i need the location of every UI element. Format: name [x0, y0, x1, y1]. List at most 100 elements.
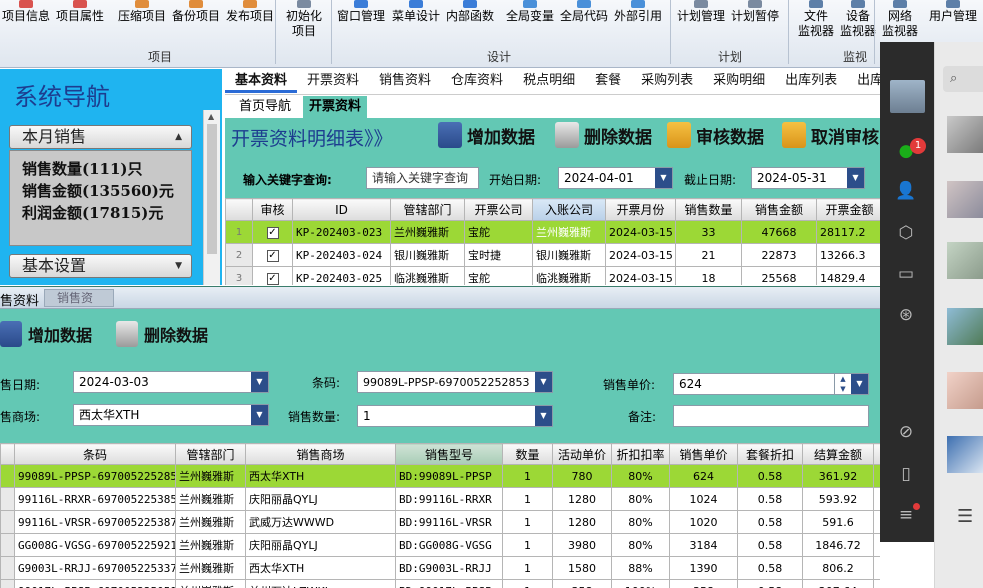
tab-9[interactable]: 出库明细	[847, 69, 882, 93]
column-header[interactable]	[0, 443, 15, 465]
table-cell[interactable]: 25568	[741, 266, 817, 285]
tab-2[interactable]: 销售资料	[369, 69, 441, 93]
table-cell[interactable]: 兰州巍雅斯	[175, 533, 246, 557]
column-header[interactable]: ID	[292, 198, 391, 221]
barcode-select[interactable]: 99089L-PPSP-6970052252853 ▼	[357, 371, 553, 393]
table-cell[interactable]: 银川巍雅斯	[532, 243, 606, 267]
table-cell[interactable]: 33	[675, 220, 742, 244]
column-header[interactable]: 销售型号	[395, 443, 503, 465]
tab-5[interactable]: 套餐	[585, 69, 631, 93]
table-cell[interactable]: 591.6	[802, 510, 874, 534]
chat-avatar[interactable]	[947, 436, 983, 473]
table-cell[interactable]: 0.58	[737, 487, 803, 511]
table-cell[interactable]: BD:GG008G-VGSG	[395, 533, 503, 557]
contacts-icon[interactable]: 👤	[895, 180, 917, 202]
table-cell[interactable]: BD:99116L-RRXR	[395, 487, 503, 511]
table-cell[interactable]: 80%	[611, 464, 670, 488]
link-icon[interactable]: ⊘	[895, 421, 917, 443]
chat-avatar[interactable]	[947, 116, 983, 153]
add-data-button[interactable]: 增加数据	[438, 122, 535, 148]
table-cell[interactable]: 西太华XTH	[245, 464, 396, 488]
tab-4[interactable]: 税点明细	[513, 69, 585, 93]
table-cell[interactable]: KP-202403-023	[292, 220, 391, 244]
table-cell[interactable]: 2024-03-15	[605, 266, 676, 285]
column-header[interactable]: 结算金额	[802, 443, 874, 465]
dropdown-arrow-icon[interactable]: ▼	[251, 405, 268, 425]
dropdown-arrow-icon[interactable]: ▼	[851, 374, 868, 394]
table-cell[interactable]: 80%	[611, 487, 670, 511]
table-row[interactable]: 2 ✓ KP-202403-024 银川巍雅斯 宝时捷 银川巍雅斯 2024-03-15 21…	[225, 243, 882, 267]
table-cell[interactable]: 28117.2	[816, 220, 882, 244]
sale-date-picker[interactable]: 2024-03-03 ▼	[73, 371, 269, 393]
end-date-picker[interactable]: 2024-05-31 ▼	[751, 167, 865, 189]
column-header[interactable]: 销售单价	[669, 443, 738, 465]
nav-section-basic-settings[interactable]: 基本设置 ▼	[9, 254, 192, 278]
table-cell[interactable]: 358	[669, 579, 738, 588]
table-cell[interactable]: 1	[502, 556, 553, 580]
table-row[interactable]: G9003L-RRJJ-697005225337 兰州巍雅斯 西太华XTH BD:G9…	[0, 556, 880, 580]
table-row[interactable]: 99089L-PPSP-697005225285 兰州巍雅斯 西太华XTH BD:99…	[0, 464, 880, 488]
table-cell[interactable]: 兰州巍雅斯	[175, 579, 246, 588]
start-date-picker[interactable]: 2024-04-01 ▼	[558, 167, 673, 189]
table-cell[interactable]: 806.2	[802, 556, 874, 580]
table-cell[interactable]: 西太华XTH	[245, 556, 396, 580]
table-cell[interactable]: 兰州巍雅斯	[175, 464, 246, 488]
table-cell[interactable]: 1	[502, 533, 553, 557]
table-cell[interactable]: 银川巍雅斯	[390, 243, 465, 267]
chat-avatar[interactable]	[947, 181, 983, 218]
tab-6[interactable]: 采购列表	[631, 69, 703, 93]
table-cell[interactable]: 3980	[552, 533, 612, 557]
dialog-add-data-button[interactable]: 增加数据	[0, 321, 92, 347]
column-header[interactable]: 销售数量	[675, 198, 742, 221]
table-cell[interactable]: 593.92	[802, 487, 874, 511]
table-cell[interactable]: 0.58	[737, 533, 803, 557]
dropdown-arrow-icon[interactable]: ▼	[535, 406, 552, 426]
table-cell[interactable]: BD:99017L-PPSP	[395, 579, 503, 588]
checkbox-checked-icon[interactable]: ✓	[266, 273, 279, 285]
table-cell[interactable]: 13266.3	[816, 243, 882, 267]
tab-3[interactable]: 仓库资料	[441, 69, 513, 93]
dialog-delete-data-button[interactable]: 删除数据	[116, 321, 208, 347]
table-row[interactable]: GG008G-VGSG-697005225921 兰州巍雅斯 庆阳丽晶QYLJ BD:…	[0, 533, 880, 557]
table-cell[interactable]: 武威万达WWWD	[245, 510, 396, 534]
column-header[interactable]: 销售商场	[245, 443, 396, 465]
ribbon-button[interactable]: 发布项目	[226, 0, 274, 50]
audit-checkbox-cell[interactable]: ✓	[252, 220, 293, 244]
ribbon-button[interactable]: 计划管理	[677, 0, 725, 50]
column-header[interactable]: 数量	[502, 443, 553, 465]
table-cell[interactable]: 1280	[552, 510, 612, 534]
unit-price-stepper[interactable]: 624 ▲ ▼ ▼	[673, 373, 869, 395]
table-cell[interactable]: 1	[502, 579, 553, 588]
table-cell[interactable]: 624	[669, 464, 738, 488]
column-header[interactable]: 管辖部门	[390, 198, 465, 221]
ribbon-button[interactable]: 内部函数	[446, 0, 494, 50]
table-cell[interactable]: 1	[502, 510, 553, 534]
spin-arrows-icon[interactable]: ▲ ▼	[834, 374, 851, 394]
dropdown-arrow-icon[interactable]: ▼	[847, 168, 864, 188]
nav-scrollbar[interactable]: ▲	[203, 110, 220, 285]
table-cell[interactable]: 宝舵	[464, 220, 533, 244]
phone-icon[interactable]: ▯	[895, 463, 917, 485]
ribbon-button[interactable]: 设备 监视器	[840, 0, 876, 50]
column-header[interactable]: 套餐折扣	[737, 443, 803, 465]
column-header[interactable]: 开票月份	[605, 198, 676, 221]
table-cell[interactable]: 0.58	[737, 556, 803, 580]
chat-avatar[interactable]	[947, 308, 983, 345]
table-cell[interactable]: G9003L-RRJJ-697005225337	[14, 556, 176, 580]
audit-checkbox-cell[interactable]: ✓	[252, 243, 293, 267]
table-cell[interactable]: 88%	[611, 556, 670, 580]
table-cell[interactable]: 1020	[669, 510, 738, 534]
column-header[interactable]: 活动单价	[552, 443, 612, 465]
table-cell[interactable]: 2024-03-15	[605, 220, 676, 244]
table-cell[interactable]: 207.64	[802, 579, 874, 588]
table-cell[interactable]: 庆阳丽晶QYLJ	[245, 533, 396, 557]
table-cell[interactable]: 358	[552, 579, 612, 588]
tab-8[interactable]: 出库列表	[775, 69, 847, 93]
table-cell[interactable]: 361.92	[802, 464, 874, 488]
table-cell[interactable]: 0.58	[737, 510, 803, 534]
dropdown-arrow-icon[interactable]: ▼	[655, 168, 672, 188]
chat-avatar[interactable]	[947, 372, 983, 409]
table-cell[interactable]: 18	[675, 266, 742, 285]
table-row[interactable]: 1 ✓ KP-202403-023 兰州巍雅斯 宝舵 兰州巍雅斯 2024-03-15 33 4…	[225, 220, 882, 244]
table-cell[interactable]: 0.58	[737, 464, 803, 488]
